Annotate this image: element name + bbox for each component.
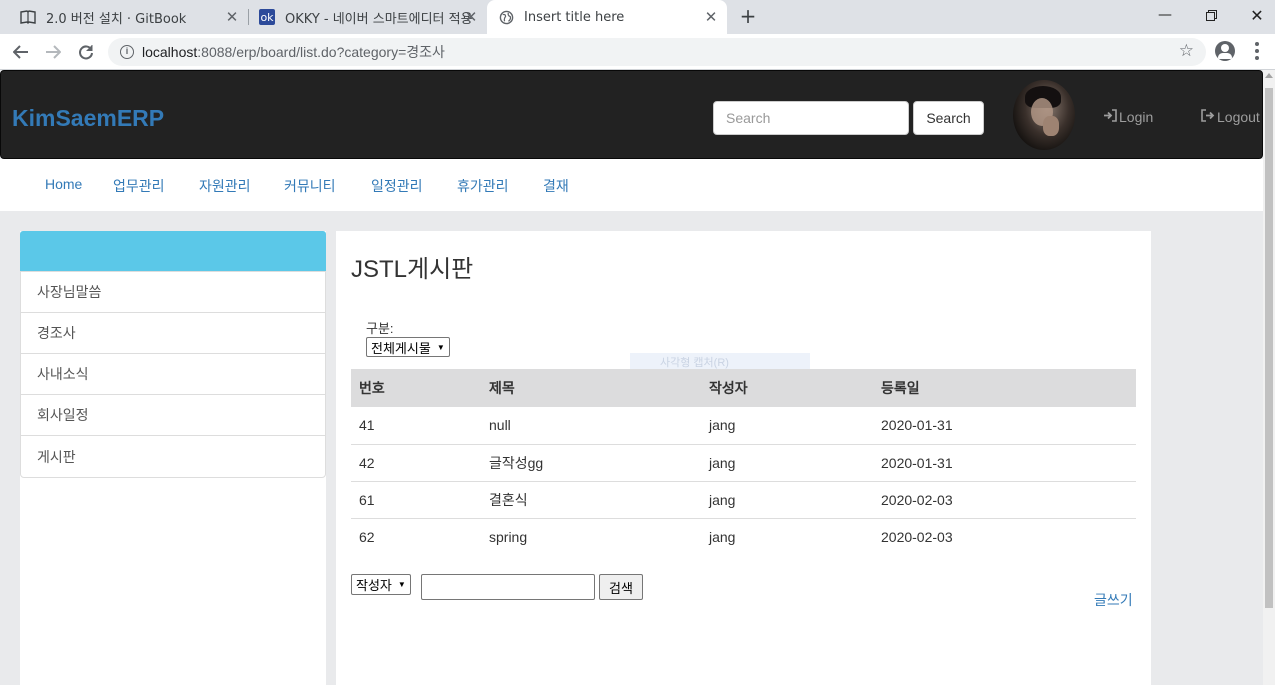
- board-table: 번호 제목 작성자 등록일 41 null jang 2020-01-31 42…: [351, 369, 1136, 555]
- tab-title: 2.0 버전 설치 · GitBook: [46, 11, 187, 27]
- logout-link[interactable]: Logout: [1201, 109, 1260, 125]
- login-link[interactable]: Login: [1103, 109, 1153, 125]
- category-label: 구분:: [366, 321, 394, 336]
- avatar: [1013, 80, 1075, 150]
- tab-insert-title[interactable]: Insert title here ✕: [487, 0, 727, 34]
- cell-title[interactable]: null: [481, 407, 701, 445]
- back-icon[interactable]: [8, 39, 34, 65]
- close-icon[interactable]: ✕: [224, 9, 240, 25]
- category-select[interactable]: 전체게시물 ▼: [366, 337, 450, 357]
- search-input[interactable]: [713, 101, 909, 135]
- cell-author: jang: [709, 528, 736, 545]
- cell-author: jang: [701, 481, 873, 519]
- page-title: JSTL게시판: [351, 256, 474, 283]
- star-icon[interactable]: ☆: [1179, 41, 1194, 61]
- tab-title: Insert title here: [524, 9, 625, 25]
- search-button[interactable]: Search: [913, 101, 984, 135]
- menu-item-schedule[interactable]: 일정관리: [371, 176, 423, 196]
- cell-number: 61: [351, 481, 481, 519]
- sidebar-header: [20, 231, 326, 271]
- menu-item-resource[interactable]: 자원관리: [199, 176, 251, 196]
- cell-author: jang: [701, 444, 873, 482]
- cell-author: jang: [701, 407, 873, 445]
- page-scrollbar[interactable]: [1263, 70, 1275, 685]
- book-icon: [20, 9, 36, 25]
- category-selected: 전체게시물: [371, 340, 431, 356]
- sidebar: 사장님말씀 경조사 사내소식 회사일정 게시판: [20, 231, 326, 685]
- globe-icon: [498, 9, 514, 25]
- cell-number: 42: [351, 444, 481, 482]
- cell-title[interactable]: spring: [481, 518, 701, 555]
- column-header-date: 등록일: [873, 369, 1136, 407]
- url-path: :8088/erp/board/list.do?category=경조사: [197, 44, 445, 60]
- sidebar-item-board[interactable]: 게시판: [21, 436, 325, 477]
- login-label: Login: [1119, 109, 1154, 125]
- logout-icon: [1201, 109, 1215, 125]
- column-header-number: 번호: [351, 369, 481, 407]
- table-row[interactable]: 41 null jang 2020-01-31: [351, 407, 1136, 445]
- login-icon: [1103, 109, 1117, 125]
- table-header-row: 번호 제목 작성자 등록일: [351, 369, 1136, 407]
- scroll-up-icon[interactable]: [1265, 73, 1273, 78]
- menu-item-vacation[interactable]: 휴가관리: [457, 176, 509, 196]
- sidebar-item-ceo-message[interactable]: 사장님말씀: [21, 272, 325, 313]
- browser-toolbar: i localhost:8088/erp/board/list.do?categ…: [0, 34, 1275, 70]
- cell-title[interactable]: 글작성gg: [481, 444, 701, 482]
- menu-item-community[interactable]: 커뮤니티: [284, 176, 336, 196]
- info-icon[interactable]: i: [120, 45, 134, 59]
- close-icon[interactable]: ✕: [703, 9, 719, 25]
- sidebar-list: 사장님말씀 경조사 사내소식 회사일정 게시판: [20, 271, 326, 478]
- close-icon[interactable]: ✕: [463, 9, 479, 25]
- board-panel: JSTL게시판 구분: 전체게시물 ▼ 사각형 캡처(R) 번호 제목 작성자 …: [336, 231, 1151, 685]
- okky-icon: ok: [259, 9, 275, 25]
- table-row[interactable]: 61 결혼식 jang 2020-02-03: [351, 481, 1136, 519]
- cell-date: 2020-02-03: [881, 528, 953, 545]
- cell-title[interactable]: 결혼식: [481, 481, 701, 519]
- menu-item-work[interactable]: 업무관리: [113, 176, 165, 196]
- close-window-icon[interactable]: ✕: [1234, 0, 1275, 30]
- main-menu: Home 업무관리 자원관리 커뮤니티 일정관리 휴가관리 결재: [0, 159, 1263, 211]
- brand-logo[interactable]: KimSaemERP: [12, 105, 164, 132]
- cell-date: 2020-01-31: [873, 407, 1136, 445]
- table-row[interactable]: 42 글작성gg jang 2020-01-31: [351, 444, 1136, 482]
- board-search-button[interactable]: 검색: [599, 574, 643, 600]
- more-menu-icon[interactable]: [1255, 42, 1259, 60]
- tab-title: OKKY - 네이버 스마트에디터 적용: [285, 11, 473, 27]
- browser-tab-bar: 2.0 버전 설치 · GitBook ✕ ok OKKY - 네이버 스마트에…: [0, 0, 1275, 34]
- chevron-down-icon: ▼: [397, 580, 406, 589]
- sidebar-item-company-schedule[interactable]: 회사일정: [21, 395, 325, 436]
- reload-icon[interactable]: [73, 39, 99, 65]
- search-field-selected: 작성자: [356, 578, 392, 593]
- write-post-link[interactable]: 글쓰기: [1094, 590, 1133, 610]
- tab-gitbook[interactable]: 2.0 버전 설치 · GitBook ✕: [8, 0, 248, 34]
- cell-number: 62: [359, 528, 375, 545]
- url-host: localhost: [142, 44, 198, 60]
- scrollbar-thumb[interactable]: [1265, 88, 1273, 608]
- column-header-title: 제목: [481, 369, 701, 407]
- cell-date: 2020-01-31: [873, 444, 1136, 482]
- column-header-author: 작성자: [701, 369, 873, 407]
- restore-icon[interactable]: [1188, 0, 1234, 30]
- new-tab-button[interactable]: +: [737, 5, 759, 27]
- table-row[interactable]: 62 spring jang 2020-02-03: [351, 518, 1136, 555]
- sidebar-item-company-news[interactable]: 사내소식: [21, 354, 325, 395]
- menu-item-approval[interactable]: 결재: [543, 176, 569, 196]
- app-header: KimSaemERP Search Login Logout: [0, 70, 1263, 159]
- minimize-icon[interactable]: —: [1142, 0, 1188, 30]
- board-search-input[interactable]: [421, 574, 595, 600]
- tab-okky[interactable]: ok OKKY - 네이버 스마트에디터 적용 ✕: [249, 0, 487, 34]
- menu-item-home[interactable]: Home: [45, 176, 82, 192]
- chevron-down-icon: ▼: [436, 342, 445, 352]
- address-bar[interactable]: i localhost:8088/erp/board/list.do?categ…: [108, 38, 1206, 66]
- cell-date: 2020-02-03: [873, 481, 1136, 519]
- forward-icon[interactable]: [40, 39, 66, 65]
- page-viewport: KimSaemERP Search Login Logout Home 업무관리…: [0, 70, 1263, 685]
- account-icon[interactable]: [1215, 41, 1235, 61]
- cell-number: 41: [351, 407, 481, 445]
- search-field-select[interactable]: 작성자 ▼: [351, 574, 411, 595]
- sidebar-item-congratulations[interactable]: 경조사: [21, 313, 325, 354]
- logout-label: Logout: [1217, 109, 1260, 125]
